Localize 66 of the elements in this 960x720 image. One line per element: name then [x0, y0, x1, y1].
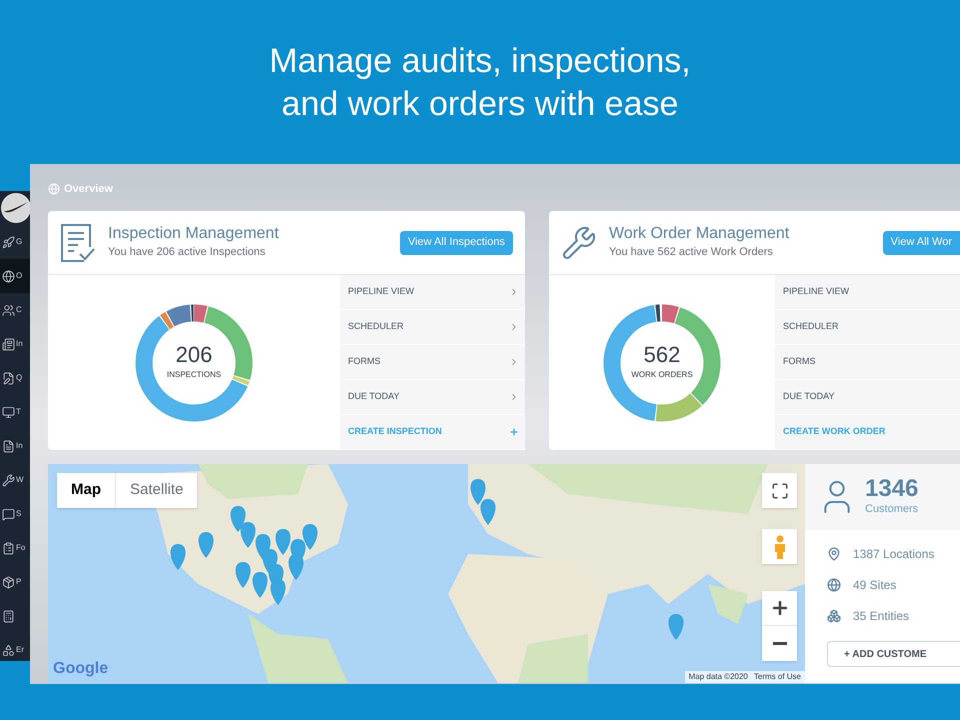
- globe-icon: [48, 183, 60, 195]
- person-icon: [772, 534, 786, 558]
- box-icon: [2, 576, 15, 588]
- donut-count: 206: [176, 344, 212, 366]
- wrench-icon: [2, 474, 15, 486]
- sidebar-item[interactable]: In: [0, 429, 30, 463]
- menu-item[interactable]: SCHEDULER: [775, 310, 960, 345]
- menu-item[interactable]: PIPELINE VIEW: [775, 275, 960, 310]
- fullscreen-button[interactable]: [762, 473, 797, 508]
- sidebar-item[interactable]: W: [0, 463, 30, 497]
- sidebar-item[interactable]: P: [0, 565, 30, 599]
- minus-icon: [772, 642, 786, 645]
- boxes-icon: [827, 608, 841, 622]
- sidebar-item[interactable]: S: [0, 497, 30, 531]
- document-icon: [2, 440, 15, 452]
- checklist-icon: [60, 222, 96, 262]
- rocket-icon: [2, 236, 15, 248]
- wrench-icon: [561, 224, 597, 260]
- sidebar-item[interactable]: T: [0, 395, 30, 429]
- card-subtitle: You have 562 active Work Orders: [609, 245, 774, 260]
- card-title: Work Order Management: [609, 224, 790, 244]
- calculator-icon: [2, 610, 15, 622]
- menu-item[interactable]: PIPELINE VIEW: [340, 275, 525, 310]
- document-edit-icon: [2, 372, 15, 384]
- terms-link[interactable]: Terms of Use: [754, 671, 801, 683]
- plus-icon: [509, 427, 519, 437]
- map-logo: Google: [53, 659, 108, 679]
- sidebar-item[interactable]: C: [0, 293, 30, 327]
- newspaper-icon: [2, 338, 15, 350]
- clipboard-icon: [2, 542, 15, 554]
- map-type-tab[interactable]: Satellite: [115, 473, 198, 508]
- sidebar-item[interactable]: In: [0, 327, 30, 361]
- card-title: Inspection Management: [108, 224, 280, 244]
- monitor-icon: [2, 406, 15, 418]
- sidebar-item[interactable]: G: [0, 225, 30, 259]
- headline: Manage audits, inspections, and work orders with ease: [269, 41, 691, 125]
- sidebar-item[interactable]: Er: [0, 633, 30, 661]
- menu-item[interactable]: SCHEDULER: [340, 310, 525, 345]
- card-subtitle: You have 206 active Inspections: [108, 245, 266, 260]
- donut-label: WORK ORDERS: [631, 369, 693, 381]
- globe-icon: [827, 578, 841, 592]
- menu-item[interactable]: FORMS: [775, 345, 960, 380]
- logo-icon: [0, 191, 30, 225]
- page-title: Overview: [64, 182, 113, 197]
- sidebar-item[interactable]: Q: [0, 361, 30, 395]
- donut-count: 562: [644, 344, 680, 366]
- customer-label: Customers: [865, 502, 918, 517]
- stat-text: 35 Entities: [853, 608, 910, 624]
- fullscreen-icon: [770, 482, 788, 500]
- chat-icon: [2, 508, 15, 520]
- customer-count: 1346: [865, 476, 918, 501]
- map-type-tab[interactable]: Map: [57, 473, 115, 508]
- menu-item[interactable]: FORMS: [340, 345, 525, 380]
- sidebar-item[interactable]: O: [0, 259, 30, 293]
- menu-item[interactable]: DUE TODAY: [775, 380, 960, 415]
- stat-text: 49 Sites: [853, 576, 896, 594]
- stat-text: 1387 Locations: [853, 546, 934, 562]
- add-customer-button[interactable]: + ADD CUSTOME: [827, 641, 960, 667]
- people-icon: [2, 304, 15, 316]
- sidebar-item[interactable]: Fo: [0, 531, 30, 565]
- donut-label: INSPECTIONS: [166, 369, 222, 381]
- map-attribution: Map data ©2020: [688, 671, 748, 683]
- globe-icon: [2, 270, 15, 282]
- menu-item[interactable]: DUE TODAY: [340, 380, 525, 415]
- shapes-icon: [2, 644, 15, 656]
- map-pin-icon: [827, 546, 841, 560]
